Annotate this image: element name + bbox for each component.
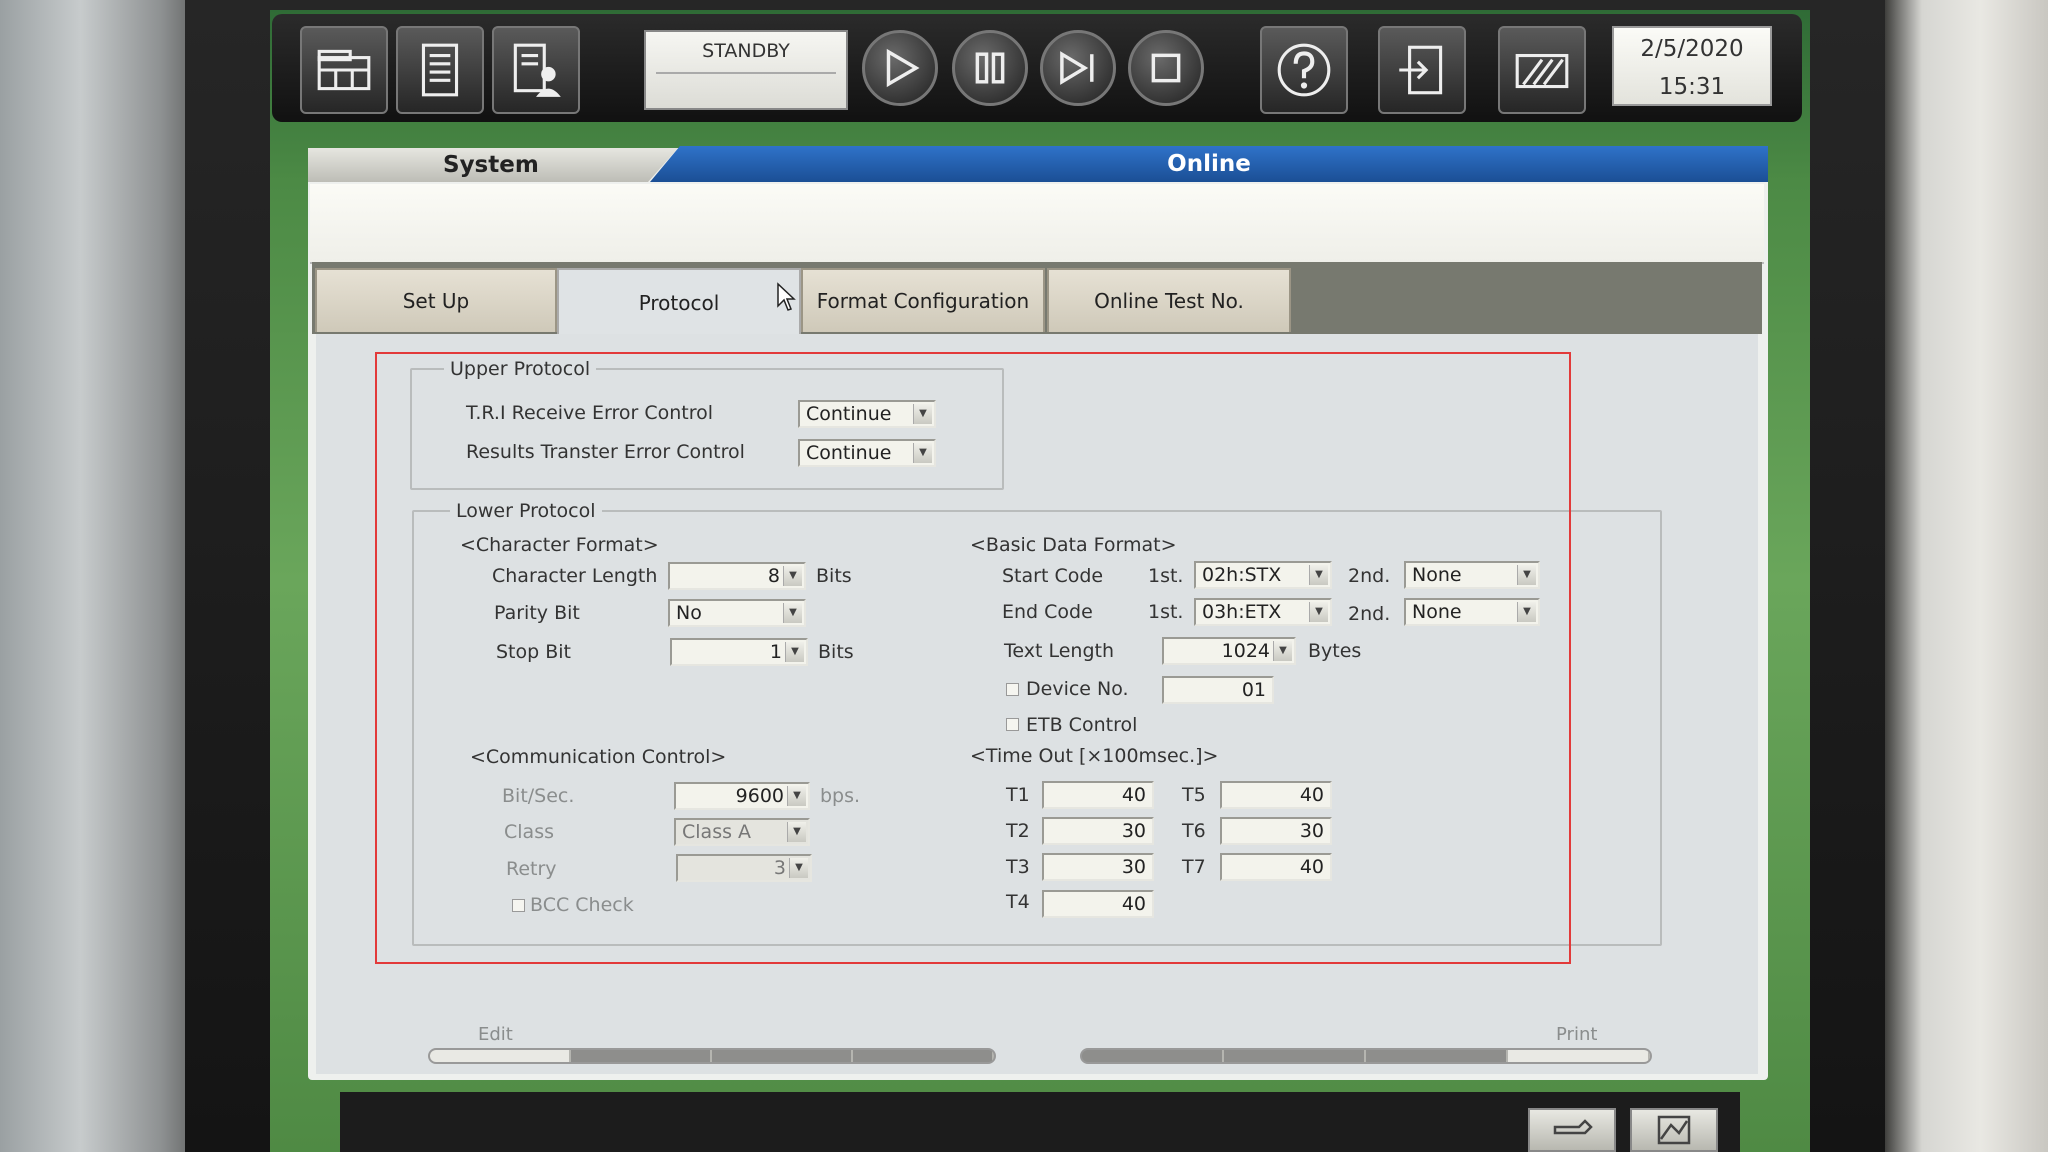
tab-online-test-no[interactable]: Online Test No.	[1047, 268, 1291, 332]
print-bar-segment	[1224, 1050, 1366, 1062]
edit-bar-segment	[430, 1050, 571, 1062]
edit-bar-segment	[853, 1050, 994, 1062]
tool-button[interactable]	[1528, 1108, 1616, 1152]
worklist-user-icon	[513, 43, 561, 97]
wrench-icon	[1553, 1119, 1593, 1135]
chart-icon	[1657, 1115, 1691, 1145]
edit-label: Edit	[478, 1024, 513, 1045]
print-label: Print	[1556, 1024, 1598, 1045]
play-icon	[886, 48, 920, 88]
tab-label: Format Configuration	[816, 289, 1030, 313]
step-icon	[1060, 51, 1094, 85]
tab-label: Protocol	[638, 291, 720, 315]
help-icon	[1277, 43, 1331, 97]
print-bar[interactable]	[1080, 1048, 1652, 1064]
tab-label: Online Test No.	[1094, 289, 1244, 313]
tab-setup[interactable]: Set Up	[315, 268, 557, 332]
date-text: 2/5/2020	[1640, 36, 1744, 62]
edit-bar-segment	[571, 1050, 712, 1062]
stop-button[interactable]	[1128, 30, 1204, 106]
start-button[interactable]	[862, 30, 938, 106]
edit-bar[interactable]	[428, 1048, 996, 1064]
background-right	[1880, 0, 2048, 1152]
print-bar-segment	[1366, 1050, 1508, 1062]
list-button[interactable]	[396, 26, 484, 114]
worklist-user-button[interactable]	[492, 26, 580, 114]
chart-button[interactable]	[1630, 1108, 1718, 1152]
page-title: System	[308, 148, 678, 182]
pause-button[interactable]	[952, 30, 1028, 106]
time-text: 15:31	[1658, 74, 1726, 100]
tab-protocol[interactable]: Protocol	[557, 268, 801, 336]
message-area	[310, 184, 1764, 264]
report-icon	[1515, 53, 1569, 89]
mouse-cursor-icon	[777, 282, 796, 311]
stop-icon	[1151, 53, 1181, 83]
help-button[interactable]	[1260, 26, 1348, 114]
report-button[interactable]	[1498, 26, 1586, 114]
logout-button[interactable]	[1378, 26, 1466, 114]
tab-label: Set Up	[402, 289, 470, 313]
status-display: STANDBY	[644, 30, 848, 110]
status-text: STANDBY	[702, 40, 790, 62]
list-icon	[421, 43, 459, 97]
logout-icon	[1399, 45, 1443, 95]
print-bar-segment	[1508, 1050, 1650, 1062]
datetime-display: 2/5/2020 15:31	[1612, 26, 1772, 106]
pause-icon	[975, 52, 1005, 84]
print-bar-segment	[1082, 1050, 1224, 1062]
rack-button[interactable]	[300, 26, 388, 114]
edit-bar-segment	[712, 1050, 853, 1062]
step-button[interactable]	[1040, 30, 1116, 106]
highlight-box	[375, 352, 1571, 964]
rack-icon	[317, 49, 371, 91]
tab-format-configuration[interactable]: Format Configuration	[801, 268, 1045, 332]
mode-title: Online	[650, 146, 1768, 182]
